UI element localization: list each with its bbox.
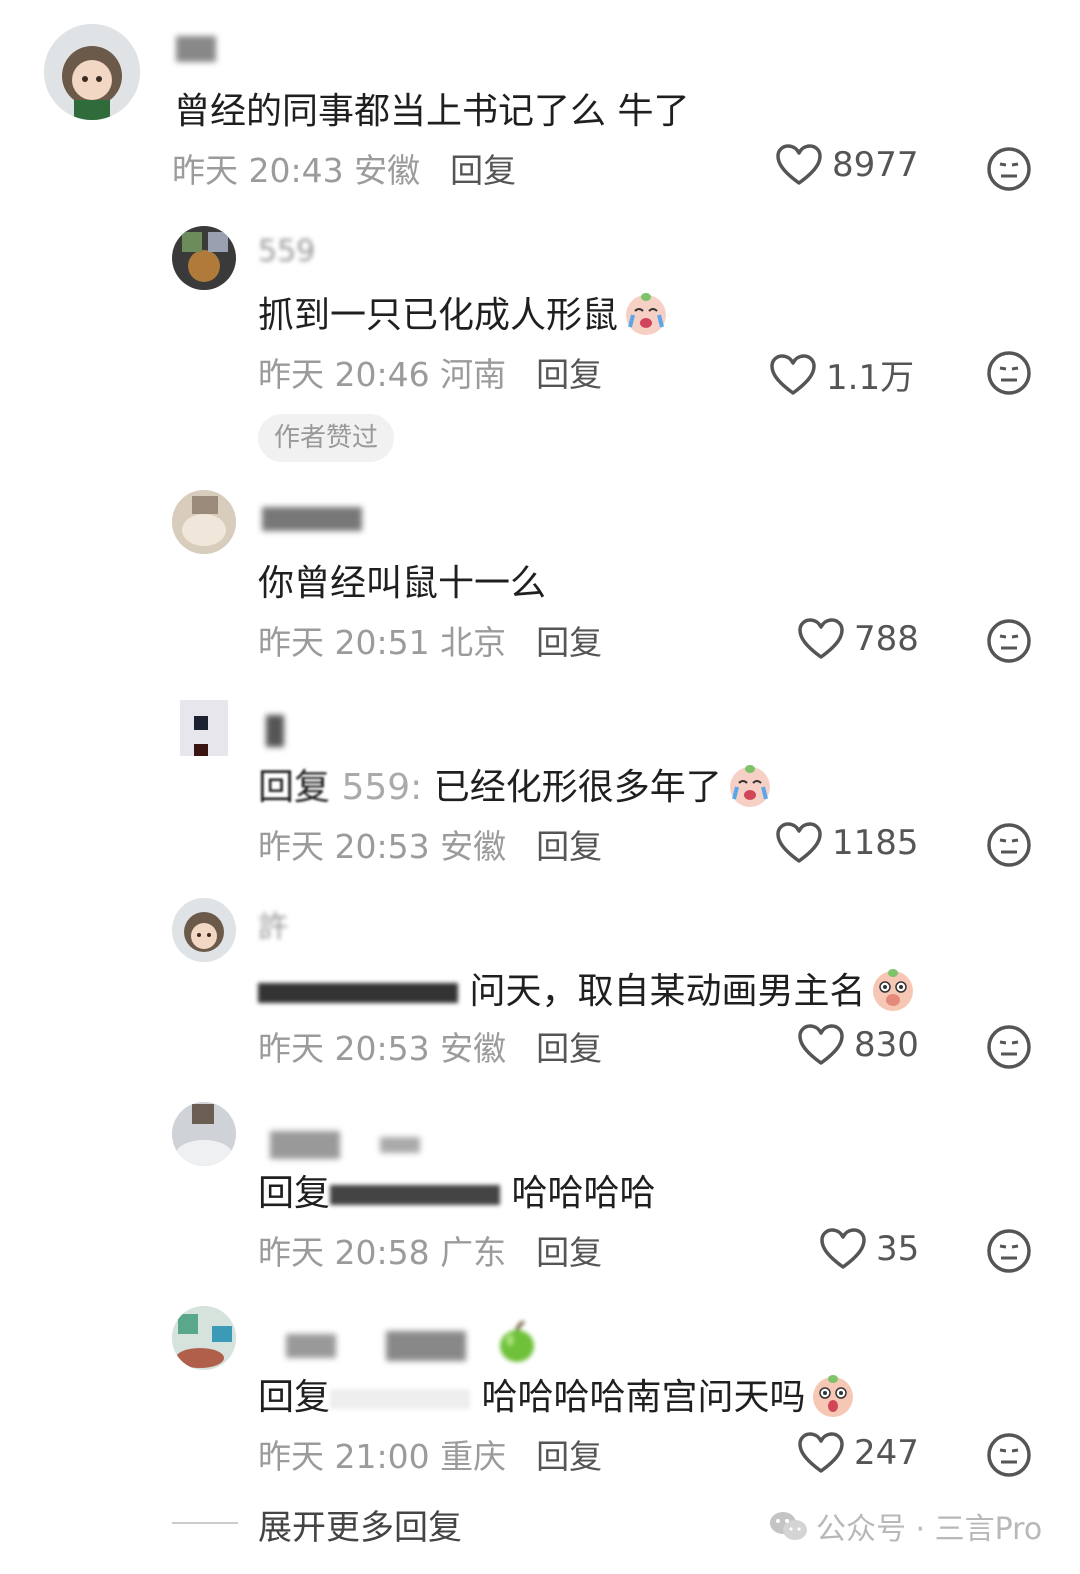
comment-body: 抓到一只已化成人形鼠 — [258, 295, 619, 336]
comment-meta: 昨天 20:51 北京 回复 — [258, 616, 602, 664]
username-blurred[interactable] — [266, 712, 284, 747]
comment-body: 已经化形很多年了 — [433, 767, 722, 808]
timestamp-location: 昨天 20:46 河南 — [258, 355, 507, 394]
heart-icon — [776, 144, 822, 185]
dislike-icon[interactable] — [986, 822, 1032, 872]
comment-text: 你曾经叫鼠十一么 — [258, 563, 547, 604]
username-blurred[interactable] — [176, 30, 216, 65]
comment-text: 曾经的同事都当上书记了么 牛了 — [174, 91, 690, 132]
comment-body: 问天，取自某动画男主名 — [469, 971, 866, 1012]
timestamp-location: 昨天 20:51 北京 — [258, 623, 507, 662]
crying-emoji-icon — [622, 289, 670, 346]
username[interactable]: 許 — [258, 902, 288, 946]
dislike-icon[interactable] — [986, 1432, 1032, 1482]
like-button[interactable]: 788 — [798, 618, 919, 660]
author-liked-badge: 作者赞过 — [258, 414, 395, 462]
username[interactable]: 559 — [258, 234, 315, 269]
comment-meta: 昨天 20:58 广东 回复 — [258, 1226, 602, 1274]
like-button[interactable]: 1.1万 — [770, 350, 914, 399]
timestamp-location: 昨天 20:53 安徽 — [258, 1029, 507, 1068]
like-count: 830 — [854, 1025, 919, 1065]
like-count: 8977 — [832, 145, 919, 185]
watermark: 公众号 · 三言Pro — [768, 1504, 1042, 1548]
like-count: 247 — [854, 1433, 919, 1473]
username-blurred[interactable] — [270, 1126, 420, 1161]
reply-button[interactable]: 回复 — [536, 1437, 602, 1476]
comment-meta: 昨天 20:53 安徽 回复 — [258, 820, 602, 868]
like-button[interactable]: 1185 — [776, 822, 919, 864]
reply-prefix: 回复 — [258, 767, 331, 808]
comment-text: 回复 哈哈哈哈 — [258, 1164, 655, 1216]
avatar[interactable] — [172, 1102, 236, 1166]
comment-meta: 昨天 20:53 安徽 回复 — [258, 1022, 602, 1070]
like-count: 1185 — [832, 823, 919, 863]
like-button[interactable]: 830 — [798, 1024, 919, 1066]
like-count: 788 — [854, 619, 919, 659]
dislike-icon[interactable] — [986, 1228, 1032, 1278]
divider — [172, 1522, 238, 1524]
heart-icon — [776, 822, 822, 863]
surprised-emoji-icon — [809, 1371, 857, 1428]
reply-prefix: 回复 — [258, 1377, 331, 1418]
like-button[interactable]: 247 — [798, 1432, 919, 1474]
expand-more-replies-button[interactable]: 展开更多回复 — [258, 1500, 462, 1549]
timestamp-location: 昨天 20:58 广东 — [258, 1233, 507, 1272]
reply-button[interactable]: 回复 — [450, 151, 516, 190]
avatar[interactable] — [172, 696, 236, 760]
like-button[interactable]: 35 — [820, 1228, 919, 1270]
dislike-icon[interactable] — [986, 350, 1032, 400]
avatar[interactable] — [172, 490, 236, 554]
avatar[interactable] — [172, 226, 236, 290]
username-blurred[interactable] — [262, 500, 362, 535]
blurred-mention[interactable] — [330, 1389, 471, 1409]
comment-meta: 昨天 20:43 安徽 回复 — [172, 144, 516, 192]
heart-icon — [798, 1432, 844, 1473]
avatar[interactable] — [172, 1306, 236, 1370]
reply-button[interactable]: 回复 — [536, 355, 602, 394]
comment-meta: 昨天 20:46 河南 回复 — [258, 348, 602, 396]
crying-emoji-icon — [726, 761, 774, 818]
comment-text: 问天，取自某动画男主名 — [258, 962, 917, 1022]
avatar[interactable] — [172, 898, 236, 962]
mention[interactable]: 559: — [341, 767, 422, 808]
heart-icon — [770, 353, 816, 395]
heart-icon — [798, 1024, 844, 1065]
like-count: 1.1万 — [826, 358, 915, 398]
comment-text: 回复 559: 已经化形很多年了 — [258, 758, 774, 818]
timestamp-location: 昨天 21:00 重庆 — [258, 1437, 507, 1476]
comment-meta: 昨天 21:00 重庆 回复 — [258, 1430, 602, 1478]
reply-button[interactable]: 回复 — [536, 1029, 602, 1068]
comment-text: 回复 哈哈哈哈南宫问天吗 — [258, 1368, 857, 1428]
avatar[interactable] — [44, 24, 140, 120]
comment-text: 抓到一只已化成人形鼠 — [258, 286, 670, 346]
username-blurred[interactable] — [286, 1320, 539, 1372]
like-count: 35 — [876, 1229, 920, 1269]
like-button[interactable]: 8977 — [776, 144, 919, 186]
dislike-icon[interactable] — [986, 1024, 1032, 1074]
reply-button[interactable]: 回复 — [536, 827, 602, 866]
comment-body: 哈哈哈哈南宫问天吗 — [481, 1377, 806, 1418]
blurred-text — [258, 983, 458, 1003]
comment-body: 哈哈哈哈 — [511, 1173, 656, 1214]
wechat-icon — [770, 1512, 807, 1540]
timestamp-location: 昨天 20:43 安徽 — [172, 151, 421, 190]
dislike-icon[interactable] — [986, 618, 1032, 668]
laughing-emoji-icon — [869, 965, 917, 1022]
reply-prefix: 回复 — [258, 1173, 331, 1214]
timestamp-location: 昨天 20:53 安徽 — [258, 827, 507, 866]
apple-emoji-icon — [495, 1320, 539, 1372]
reply-button[interactable]: 回复 — [536, 1233, 602, 1272]
dislike-icon[interactable] — [986, 146, 1032, 196]
heart-icon — [820, 1228, 866, 1269]
watermark-text: 公众号 · 三言Pro — [816, 1512, 1043, 1547]
blurred-mention[interactable] — [330, 1185, 501, 1205]
heart-icon — [798, 618, 844, 659]
reply-button[interactable]: 回复 — [536, 623, 602, 662]
